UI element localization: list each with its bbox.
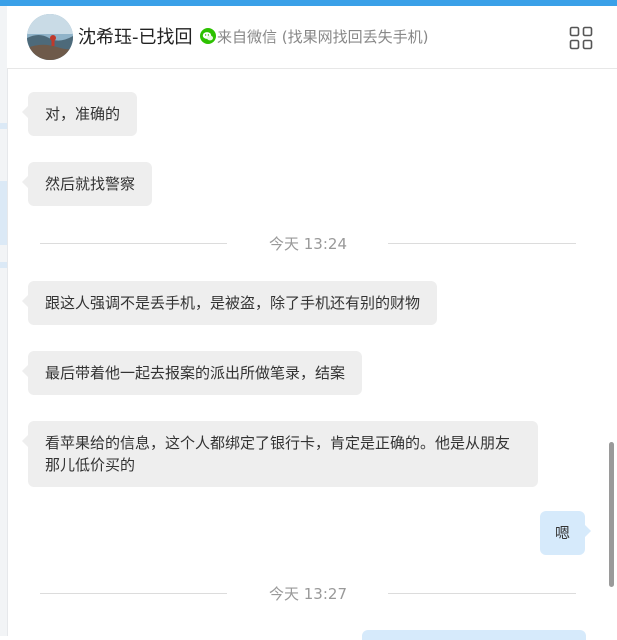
message-bubble-incoming[interactable]: 最后带着他一起去报案的派出所做笔录，结案 — [21, 351, 363, 395]
list-edge-selected — [0, 181, 7, 245]
message-text: 最后带着他一起去报案的派出所做笔录，结案 — [45, 364, 346, 382]
separator-line — [388, 243, 576, 244]
message-bubble-incoming[interactable]: 看苹果给的信息，这个人都绑定了银行卡，肯定是正确的。他是从朋友那儿低价买的 — [22, 421, 538, 487]
list-edge-marker — [0, 262, 7, 268]
message-bubble-incoming[interactable]: 对，准确的 — [21, 92, 138, 136]
grid-menu-icon[interactable] — [569, 26, 593, 50]
chat-scrollbar[interactable] — [607, 69, 617, 636]
message-text: 跟这人强调不是丢手机，是被盗，除了手机还有别的财物 — [45, 294, 421, 312]
message-bubble-outgoing-partial[interactable] — [362, 630, 586, 640]
message-text: 对，准确的 — [45, 105, 121, 123]
time-separator: 今天 13:27 — [40, 583, 576, 603]
scrollbar-thumb[interactable] — [609, 442, 614, 587]
separator-line — [388, 593, 576, 594]
message-text: 嗯 — [555, 524, 571, 542]
wechat-icon — [200, 28, 216, 44]
message-list[interactable]: 对，准确的 然后就找警察 今天 13:24 跟这人强调不是丢手机，是被盗，除了手… — [7, 69, 607, 640]
message-text: 看苹果给的信息，这个人都绑定了银行卡，肯定是正确的。他是从朋友那儿低价买的 — [45, 434, 511, 474]
message-bubble-incoming[interactable]: 跟这人强调不是丢手机，是被盗，除了手机还有别的财物 — [21, 281, 438, 325]
list-edge-marker — [0, 123, 7, 129]
message-bubble-outgoing[interactable]: 嗯 — [540, 511, 592, 555]
chat-header: 沈希珏-已找回 来自微信 (找果网找回丢失手机) — [7, 6, 617, 69]
contact-name: 沈希珏-已找回 — [78, 27, 193, 48]
contact-avatar[interactable] — [27, 14, 73, 60]
message-bubble-incoming[interactable]: 然后就找警察 — [21, 162, 153, 206]
time-separator: 今天 13:24 — [40, 233, 576, 253]
message-text: 然后就找警察 — [45, 175, 136, 193]
message-source: 来自微信 (找果网找回丢失手机) — [217, 28, 429, 46]
